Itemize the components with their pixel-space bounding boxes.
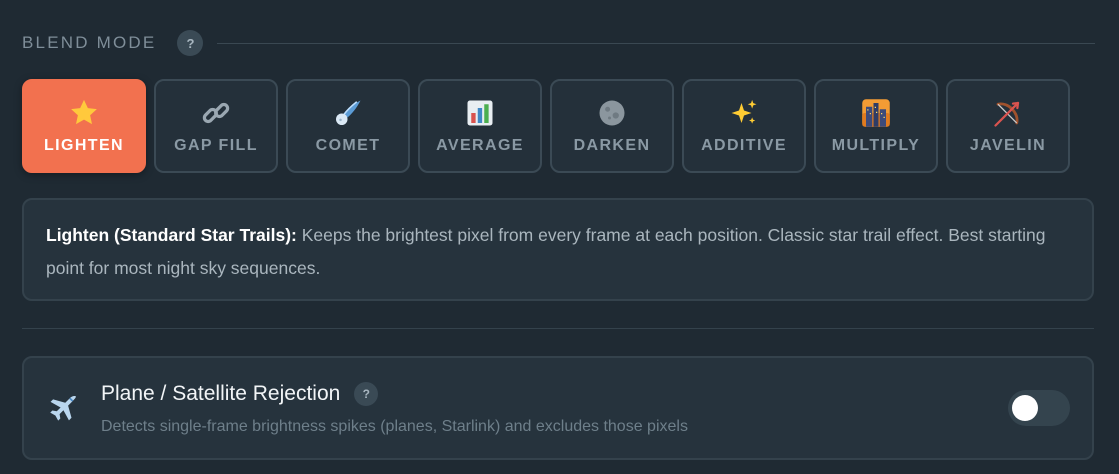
city-night-icon — [860, 97, 892, 129]
blend-mode-selector: LIGHTEN GAP FILL COMET AVERAGE DARKEN AD… — [22, 79, 1070, 173]
toggle-knob — [1012, 395, 1038, 421]
plane-rejection-toggle[interactable] — [1008, 390, 1070, 426]
bar-chart-icon — [464, 97, 496, 129]
section-divider — [22, 328, 1094, 329]
bow-arrow-icon — [992, 97, 1024, 129]
mode-button-comet[interactable]: COMET — [286, 79, 410, 173]
mode-button-javelin[interactable]: JAVELIN — [946, 79, 1070, 173]
plane-rejection-setting: Plane / Satellite Rejection ? Detects si… — [22, 356, 1094, 460]
mode-button-multiply[interactable]: MULTIPLY — [814, 79, 938, 173]
mode-label: MULTIPLY — [831, 137, 921, 154]
setting-description: Detects single-frame brightness spikes (… — [101, 418, 688, 435]
mode-label: ADDITIVE — [701, 137, 787, 154]
mode-button-gap-fill[interactable]: GAP FILL — [154, 79, 278, 173]
divider — [217, 42, 1095, 44]
mode-button-lighten[interactable]: LIGHTEN — [22, 79, 146, 173]
comet-icon — [332, 97, 364, 129]
sparkles-icon — [728, 97, 760, 129]
plane-rejection-label: Plane / Satellite Rejection — [101, 382, 341, 405]
link-icon — [200, 97, 232, 129]
help-icon[interactable]: ? — [177, 30, 204, 56]
airplane-icon — [46, 392, 80, 426]
mode-button-additive[interactable]: ADDITIVE — [682, 79, 806, 173]
mode-button-average[interactable]: AVERAGE — [418, 79, 542, 173]
star-icon — [68, 97, 100, 129]
mode-label: AVERAGE — [436, 137, 524, 154]
mode-button-darken[interactable]: DARKEN — [550, 79, 674, 173]
mode-label: COMET — [315, 137, 381, 154]
mode-label: LIGHTEN — [43, 137, 125, 154]
moon-icon — [596, 97, 628, 129]
mode-description-title: Lighten (Standard Star Trails): — [46, 225, 297, 245]
section-title: BLEND MODE — [22, 33, 157, 52]
mode-label: GAP FILL — [174, 137, 258, 154]
setting-title: Plane / Satellite Rejection ? — [101, 382, 379, 406]
mode-description: Lighten (Standard Star Trails): Keeps th… — [22, 198, 1094, 301]
help-icon[interactable]: ? — [354, 382, 379, 406]
mode-label: DARKEN — [573, 137, 651, 154]
blend-mode-header: BLEND MODE ? — [22, 30, 1095, 56]
mode-label: JAVELIN — [969, 137, 1047, 154]
